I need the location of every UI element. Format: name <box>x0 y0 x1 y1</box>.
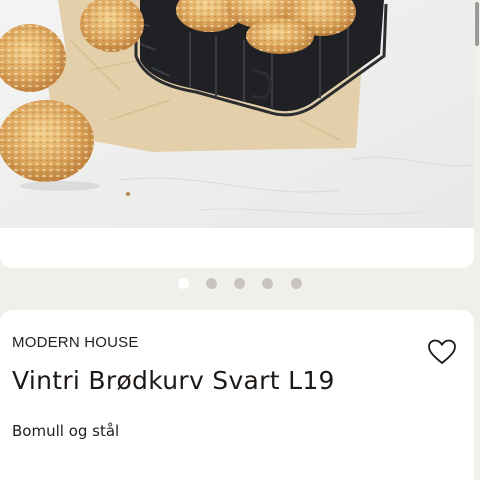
product-page: MODERN HOUSE Vintri Brødkurv Svart L19 B… <box>0 0 480 480</box>
favorite-button[interactable] <box>427 338 457 366</box>
product-image-card <box>0 0 474 268</box>
carousel-dot-5[interactable] <box>291 278 302 289</box>
heart-outline-icon <box>428 339 456 364</box>
brand-name[interactable]: MODERN HOUSE <box>12 334 139 351</box>
product-info-card: MODERN HOUSE Vintri Brødkurv Svart L19 B… <box>0 310 474 480</box>
carousel-dot-4[interactable] <box>262 278 273 289</box>
carousel-dot-3[interactable] <box>234 278 245 289</box>
product-description: Bomull og stål <box>12 422 120 440</box>
image-carousel-indicator <box>0 278 474 290</box>
product-title: Vintri Brødkurv Svart L19 <box>12 366 335 395</box>
scrollbar-thumb[interactable] <box>475 2 479 46</box>
carousel-dot-1[interactable] <box>178 278 189 289</box>
product-image[interactable] <box>0 0 474 228</box>
carousel-dot-2[interactable] <box>206 278 217 289</box>
